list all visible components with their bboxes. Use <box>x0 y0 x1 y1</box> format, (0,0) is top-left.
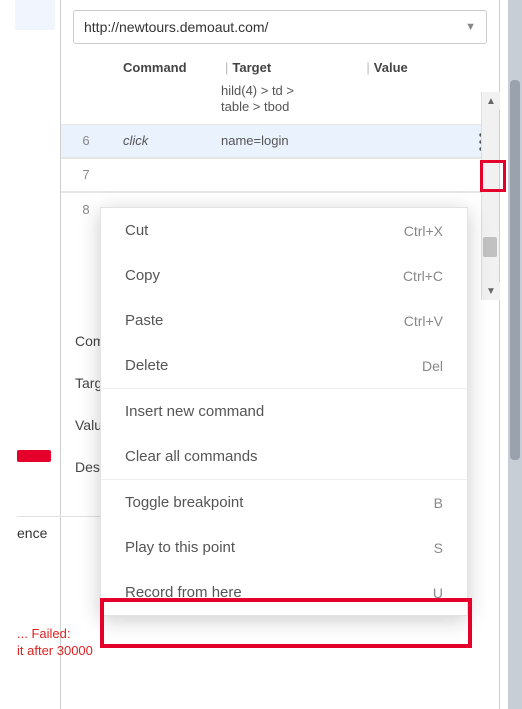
menu-insert-command[interactable]: Insert new command <box>101 389 467 434</box>
menu-label: Copy <box>125 267 160 284</box>
table-row[interactable]: hild(4) > td > table > tbod <box>61 83 499 124</box>
menu-delete[interactable]: Delete Del <box>101 343 467 388</box>
menu-clear-all[interactable]: Clear all commands <box>101 434 467 479</box>
menu-shortcut: U <box>433 585 443 601</box>
col-num <box>61 60 111 75</box>
menu-label: Toggle breakpoint <box>125 494 243 511</box>
window-scrollbar[interactable] <box>508 0 522 709</box>
menu-label: Insert new command <box>125 403 264 420</box>
menu-label: Play to this point <box>125 539 235 556</box>
scroll-up-icon[interactable]: ▲ <box>482 92 500 110</box>
row-number: 6 <box>61 133 111 148</box>
divider-icon: | <box>221 60 232 75</box>
menu-toggle-breakpoint[interactable]: Toggle breakpoint B <box>101 480 467 525</box>
log-error-text: ... Failed: it after 30000 <box>17 626 157 660</box>
target-fragment-line2: table > tbod <box>221 99 351 115</box>
menu-shortcut: Ctrl+C <box>403 268 443 284</box>
row-command: click <box>111 133 221 148</box>
base-url-text: http://newtours.demoaut.com/ <box>84 19 268 35</box>
menu-shortcut: S <box>434 540 443 556</box>
base-url-input[interactable]: http://newtours.demoaut.com/ ▼ <box>73 10 487 44</box>
menu-shortcut: Del <box>422 358 443 374</box>
left-selection-strip <box>15 0 55 30</box>
table-row[interactable]: 7 <box>61 158 499 192</box>
menu-shortcut: Ctrl+V <box>404 313 443 329</box>
scroll-thumb[interactable] <box>483 237 497 257</box>
context-menu: Cut Ctrl+X Copy Ctrl+C Paste Ctrl+V Dele… <box>100 207 468 616</box>
menu-cut[interactable]: Cut Ctrl+X <box>101 208 467 253</box>
menu-label: Clear all commands <box>125 448 258 465</box>
table-scrollbar[interactable]: ▲ ▼ <box>481 92 499 300</box>
menu-label: Record from here <box>125 584 242 601</box>
col-command: Command <box>111 60 221 75</box>
target-fragment-line1: hild(4) > td > <box>221 83 351 99</box>
menu-paste[interactable]: Paste Ctrl+V <box>101 298 467 343</box>
menu-shortcut: B <box>434 495 443 511</box>
table-header: Command | Target | Value <box>61 52 499 83</box>
menu-shortcut: Ctrl+X <box>404 223 443 239</box>
chevron-down-icon[interactable]: ▼ <box>465 21 476 33</box>
menu-label: Cut <box>125 222 148 239</box>
menu-record-from-here[interactable]: Record from here U <box>101 570 467 615</box>
menu-play-to-point[interactable]: Play to this point S <box>101 525 467 570</box>
divider-icon: | <box>362 60 373 75</box>
menu-copy[interactable]: Copy Ctrl+C <box>101 253 467 298</box>
col-value: Value <box>374 60 454 75</box>
menu-label: Paste <box>125 312 163 329</box>
col-target: Target <box>232 60 362 75</box>
table-row[interactable]: 6 click name=login <box>61 124 499 158</box>
row-number: 7 <box>61 167 111 182</box>
menu-label: Delete <box>125 357 168 374</box>
scroll-thumb[interactable] <box>510 80 520 460</box>
error-indicator <box>17 450 51 462</box>
row-target: name=login <box>221 133 381 148</box>
scroll-down-icon[interactable]: ▼ <box>482 282 500 300</box>
